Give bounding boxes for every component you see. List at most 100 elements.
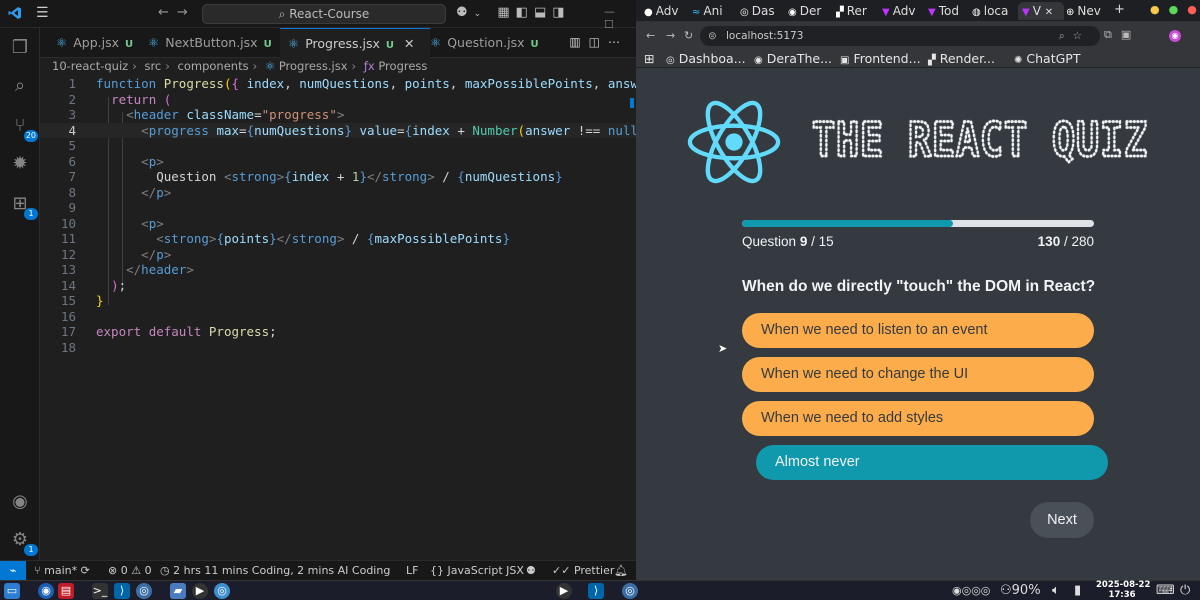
breadcrumb-item[interactable]: src	[144, 59, 161, 73]
command-search[interactable]: ⌕ React-Course	[202, 4, 446, 24]
split-editor-icon[interactable]: ◫	[589, 35, 608, 49]
keyboard-icon[interactable]: ⌨	[1156, 583, 1175, 599]
toggle-secondary-sidebar-icon[interactable]: ◨	[552, 5, 570, 20]
site-info-icon[interactable]: ⊜	[708, 26, 717, 46]
answer-option-4-selected[interactable]: Almost never	[756, 445, 1108, 480]
browser-tab[interactable]: ▞ Rer	[836, 2, 880, 20]
tab-question-jsx[interactable]: ⚛ Question.jsx U	[422, 28, 552, 58]
code-line[interactable]: 12 </p>	[40, 247, 636, 263]
extensions-icon[interactable]: ⊞ 1	[8, 192, 38, 220]
code-line[interactable]: 13 </header>	[40, 262, 636, 278]
code-line[interactable]: 17 export default Progress;	[40, 324, 636, 340]
explorer-icon[interactable]: ❐	[8, 36, 32, 60]
copilot-icon[interactable]: ⚉	[456, 5, 474, 20]
bookmark-item[interactable]: ◉ DeraThe...	[754, 50, 832, 70]
remote-indicator[interactable]: ⌁	[0, 561, 26, 580]
breadcrumb-item[interactable]: Progress	[378, 59, 427, 73]
code-line[interactable]: 11 <strong>{points}</strong> / {maxPossi…	[40, 231, 636, 247]
close-icon[interactable]: ✕	[404, 36, 414, 51]
language-mode[interactable]: {} JavaScript JSX	[430, 561, 524, 580]
account-icon[interactable]: ◉	[8, 490, 32, 514]
code-line[interactable]: 2 return (	[40, 92, 636, 108]
media-player-icon[interactable]: ▶	[192, 583, 208, 599]
sidebar-icon[interactable]: ▣	[1121, 28, 1140, 41]
back-icon[interactable]: ←	[646, 29, 655, 42]
browser-tab[interactable]: ◎ Das	[740, 2, 786, 20]
browser-tab-active[interactable]: ▼ V ✕	[1018, 2, 1064, 20]
bookmark-item[interactable]: ▞ Render...	[928, 50, 995, 70]
answer-option-3[interactable]: When we need to add styles	[742, 401, 1094, 436]
branch-indicator[interactable]: ⑂ main* ⟳	[34, 561, 90, 580]
next-button[interactable]: Next	[1030, 502, 1094, 538]
open-preview-icon[interactable]: ▥	[569, 35, 588, 49]
code-line[interactable]: 5	[40, 138, 636, 154]
problems-indicator[interactable]: ⊗ 0 ⚠ 0	[108, 561, 152, 580]
minimize-icon[interactable]: —	[604, 5, 623, 18]
browser-icon[interactable]: ◎	[214, 583, 230, 599]
new-tab-button[interactable]: +	[1114, 2, 1125, 17]
toggle-sidebar-icon[interactable]: ◧	[516, 5, 534, 20]
code-line[interactable]: 9	[40, 200, 636, 216]
search-icon[interactable]: ⌕	[8, 74, 32, 98]
file-manager-icon[interactable]: ▤	[58, 583, 74, 599]
breadcrumb-item[interactable]: components	[178, 59, 249, 73]
zoom-icon[interactable]: ⌕	[1059, 30, 1073, 42]
back-arrow-icon[interactable]: ←	[158, 5, 177, 20]
browser-tab[interactable]: ● Adv	[644, 2, 690, 20]
code-editor[interactable]: 1 function Progress({ index, numQuestions…	[40, 74, 691, 560]
code-line[interactable]: 3 <header className="progress">	[40, 107, 636, 123]
answer-option-1[interactable]: When we need to listen to an event	[742, 313, 1094, 348]
code-line[interactable]: 14 );	[40, 278, 636, 294]
vscode-taskbar-icon[interactable]: ⟩	[588, 583, 604, 599]
apps-grid-icon[interactable]: ⊞	[644, 50, 654, 68]
browser-tab[interactable]: ▼ Adv	[882, 2, 926, 20]
tab-app-jsx[interactable]: ⚛ App.jsx U	[48, 28, 140, 58]
window-control-icon[interactable]: ●	[1169, 3, 1188, 16]
browser-tab[interactable]: ◉ Der	[788, 2, 834, 20]
profile-avatar[interactable]: ◉	[1169, 30, 1181, 42]
code-line[interactable]: 18	[40, 340, 636, 356]
code-line[interactable]: 1 function Progress({ index, numQuestions…	[40, 76, 690, 92]
answer-option-2[interactable]: When we need to change the UI	[742, 357, 1094, 392]
browser-tab[interactable]: ▼ Tod	[928, 2, 972, 20]
breadcrumb-item[interactable]: Progress.jsx	[279, 59, 348, 73]
time-tracking[interactable]: ◷ 2 hrs 11 mins Coding, 2 mins AI Coding	[160, 561, 390, 580]
url-bar[interactable]: ⊜ localhost:5173 ⌕☆	[700, 26, 1100, 46]
more-actions-icon[interactable]: ⋯	[608, 35, 628, 49]
layout-panel-icon[interactable]: ▦	[497, 5, 515, 20]
bookmark-item[interactable]: ✺ ChatGPT	[1014, 50, 1080, 70]
bookmark-star-icon[interactable]: ☆	[1073, 30, 1090, 42]
code-line[interactable]: 15}	[40, 293, 636, 309]
files-icon[interactable]: ▰	[170, 583, 186, 599]
chevron-down-icon[interactable]: ⌄	[474, 9, 488, 19]
prettier-status[interactable]: ✓✓ Prettier	[552, 561, 614, 580]
code-line[interactable]: 8 </p>	[40, 185, 636, 201]
toggle-panel-icon[interactable]: ⬓	[534, 5, 552, 20]
browser-tab[interactable]: ≈ Ani	[692, 2, 738, 20]
shutdown-icon[interactable]: ⏻	[1180, 583, 1190, 599]
chrome-taskbar-icon[interactable]: ◎	[136, 583, 152, 599]
code-line[interactable]: 10 <p>	[40, 216, 636, 232]
code-line[interactable]: 7 Question <strong>{index + 1}</strong> …	[40, 169, 636, 185]
breadcrumb-item[interactable]: 10-react-quiz	[52, 59, 128, 73]
show-desktop-icon[interactable]: ▭	[4, 583, 20, 599]
chrome-taskbar-icon[interactable]: ◎	[622, 583, 638, 599]
network-icon[interactable]: ▮	[1074, 583, 1081, 599]
browser-tab[interactable]: ⊕ Nev	[1066, 2, 1110, 20]
eol-indicator[interactable]: LF	[406, 561, 418, 580]
reload-icon[interactable]: ↻	[684, 29, 693, 42]
nav-arrows[interactable]: ←→	[158, 5, 196, 20]
window-control-icon[interactable]: ●	[1150, 3, 1169, 16]
forward-icon[interactable]: →	[666, 29, 675, 42]
vscode-taskbar-icon[interactable]: ⟩	[114, 583, 130, 599]
tab-nextbutton-jsx[interactable]: ⚛ NextButton.jsx U	[140, 28, 280, 58]
workspace-indicators[interactable]: ◉◎◎◎	[952, 583, 990, 599]
sync-icon[interactable]: ⟳	[81, 564, 90, 577]
code-line[interactable]: 4 <progress max={numQuestions} value={in…	[40, 122, 676, 138]
source-control-icon[interactable]: ⑂ 20	[8, 114, 38, 142]
code-line[interactable]: 6 <p>	[40, 154, 636, 170]
volume-icon[interactable]: 🔈︎	[1052, 583, 1060, 599]
app-launcher-icon[interactable]: ◉	[38, 583, 54, 599]
menu-icon[interactable]: ☰	[36, 5, 49, 21]
clock[interactable]: 2025-08-22 17:36	[1096, 580, 1150, 600]
